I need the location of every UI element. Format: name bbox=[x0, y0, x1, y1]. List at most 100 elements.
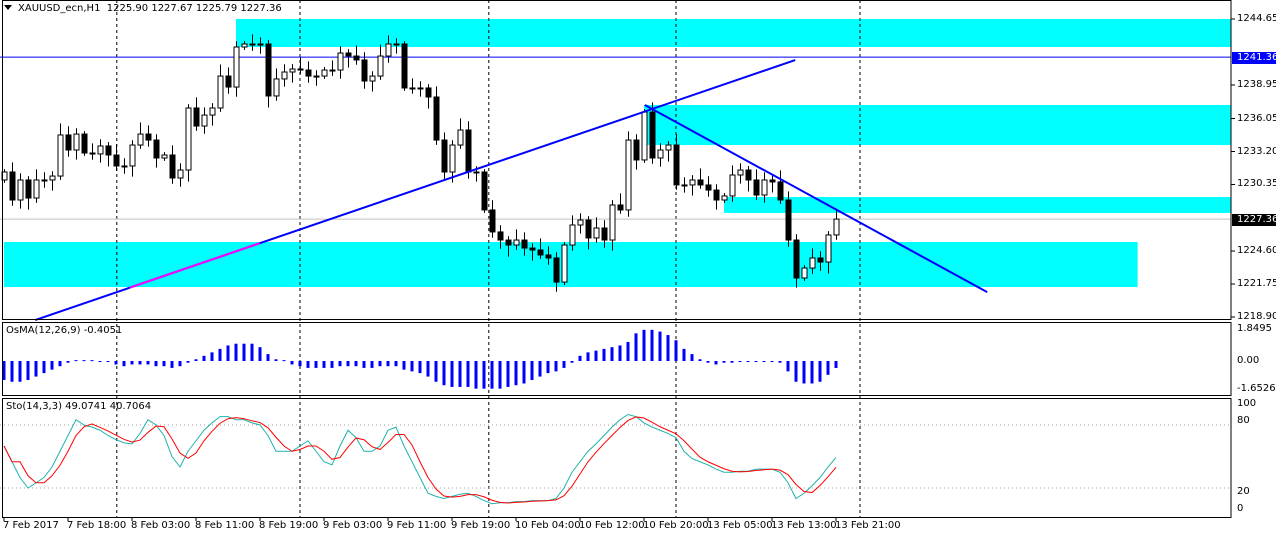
bull-candle bbox=[761, 179, 768, 196]
osma-bar bbox=[450, 361, 454, 387]
symbol-label: XAUUSD_ecn,H1 bbox=[18, 3, 101, 14]
osma-bar bbox=[178, 361, 182, 367]
ohlc-readout: 1225.90 1227.67 1225.79 1227.36 bbox=[106, 3, 282, 14]
bear-candle bbox=[601, 227, 608, 241]
stoch-axis-20: 20 bbox=[1237, 486, 1250, 497]
osma-bar bbox=[26, 361, 30, 381]
bull-candle bbox=[409, 87, 416, 90]
osma-bar bbox=[50, 361, 54, 370]
osma-bar bbox=[770, 361, 774, 362]
time-axis-label: 8 Feb 03:00 bbox=[131, 520, 191, 531]
bear-candle bbox=[353, 55, 360, 61]
bear-candle bbox=[345, 52, 352, 57]
time-axis-label: 9 Feb 19:00 bbox=[451, 520, 511, 531]
osma-bar bbox=[402, 361, 406, 370]
bid-price-tag: 1227.36 bbox=[1232, 214, 1276, 226]
osma-bar bbox=[762, 361, 766, 362]
osma-bar bbox=[658, 331, 662, 361]
bull-candle bbox=[809, 257, 816, 269]
osma-bar bbox=[786, 361, 790, 372]
bear-candle bbox=[225, 75, 232, 88]
bear-candle bbox=[545, 254, 552, 259]
osma-bar bbox=[514, 361, 518, 386]
osma-bar bbox=[794, 361, 798, 382]
bull-candle bbox=[369, 75, 376, 82]
dropdown-triangle-icon[interactable] bbox=[4, 5, 12, 10]
osma-bar bbox=[666, 335, 670, 361]
time-axis-label: 13 Feb 05:00 bbox=[707, 520, 773, 531]
osma-bar bbox=[114, 361, 118, 365]
osma-bar bbox=[298, 361, 302, 367]
osma-bar bbox=[250, 343, 254, 361]
bear-candle bbox=[777, 181, 784, 201]
bull-candle bbox=[561, 244, 568, 283]
osma-bar bbox=[754, 361, 758, 362]
bull-candle bbox=[289, 68, 296, 73]
osma-bar bbox=[546, 361, 550, 374]
bear-candle bbox=[249, 43, 256, 46]
price-axis-label: 1236.05 bbox=[1237, 112, 1276, 124]
osma-bar bbox=[362, 361, 366, 368]
bear-candle bbox=[113, 154, 120, 167]
price-axis-label: 1221.75 bbox=[1237, 278, 1276, 290]
bear-candle bbox=[633, 139, 640, 161]
time-axis-label: 8 Feb 11:00 bbox=[195, 520, 255, 531]
pane-border bbox=[2, 322, 1232, 396]
chart-title: XAUUSD_ecn,H1 1225.90 1227.67 1225.79 12… bbox=[4, 3, 282, 14]
bull-candle bbox=[49, 175, 56, 181]
osma-bar bbox=[98, 361, 102, 362]
osma-bar bbox=[490, 361, 494, 389]
osma-bar bbox=[82, 360, 86, 362]
bull-candle bbox=[313, 75, 320, 78]
osma-bar bbox=[722, 361, 726, 363]
bear-candle bbox=[481, 171, 488, 211]
bear-candle bbox=[553, 257, 560, 283]
bear-candle bbox=[753, 179, 760, 196]
bull-candle bbox=[73, 133, 80, 151]
osma-bar bbox=[778, 361, 782, 363]
osma-bar bbox=[378, 361, 382, 367]
osma-bar bbox=[330, 361, 334, 368]
osma-bar bbox=[826, 361, 830, 375]
bear-candle bbox=[305, 69, 312, 77]
bull-candle bbox=[209, 107, 216, 116]
osma-bar bbox=[602, 348, 606, 361]
bull-candle bbox=[129, 144, 136, 167]
bear-candle bbox=[489, 209, 496, 233]
osma-bar bbox=[466, 361, 470, 387]
bull-candle bbox=[337, 52, 344, 71]
bull-candle bbox=[273, 78, 280, 97]
bear-candle bbox=[649, 111, 656, 159]
osma-bar bbox=[122, 361, 126, 367]
bull-candle bbox=[801, 267, 808, 279]
bull-candle bbox=[121, 165, 128, 168]
osma-bar bbox=[138, 361, 142, 365]
osma-bar bbox=[458, 361, 462, 387]
bear-candle bbox=[169, 154, 176, 179]
osma-bar bbox=[682, 348, 686, 361]
bull-candle bbox=[33, 179, 40, 199]
chart-canvas[interactable] bbox=[0, 0, 1276, 537]
osma-bar bbox=[562, 361, 566, 368]
bull-candle bbox=[241, 43, 248, 48]
stoch-axis-100: 100 bbox=[1237, 398, 1257, 409]
bear-candle bbox=[265, 43, 272, 97]
osma-bar bbox=[730, 361, 734, 363]
bull-candle bbox=[41, 179, 48, 182]
osma-bar bbox=[10, 361, 14, 382]
osma-bar bbox=[306, 361, 310, 368]
bull-candle bbox=[17, 179, 24, 201]
osma-label: OsMA(12,26,9) -0.4051 bbox=[6, 325, 123, 336]
osma-bar bbox=[58, 361, 62, 367]
bear-candle bbox=[193, 107, 200, 127]
osma-bar bbox=[66, 361, 70, 363]
bear-candle bbox=[297, 68, 304, 71]
bear-candle bbox=[505, 239, 512, 246]
support-resistance-zone bbox=[236, 19, 1231, 48]
osma-bar bbox=[498, 361, 502, 389]
bear-candle bbox=[65, 134, 72, 151]
support-resistance-zone bbox=[724, 196, 1231, 213]
osma-bar bbox=[274, 359, 278, 361]
osma-bar bbox=[290, 361, 294, 365]
bear-candle bbox=[497, 231, 504, 241]
